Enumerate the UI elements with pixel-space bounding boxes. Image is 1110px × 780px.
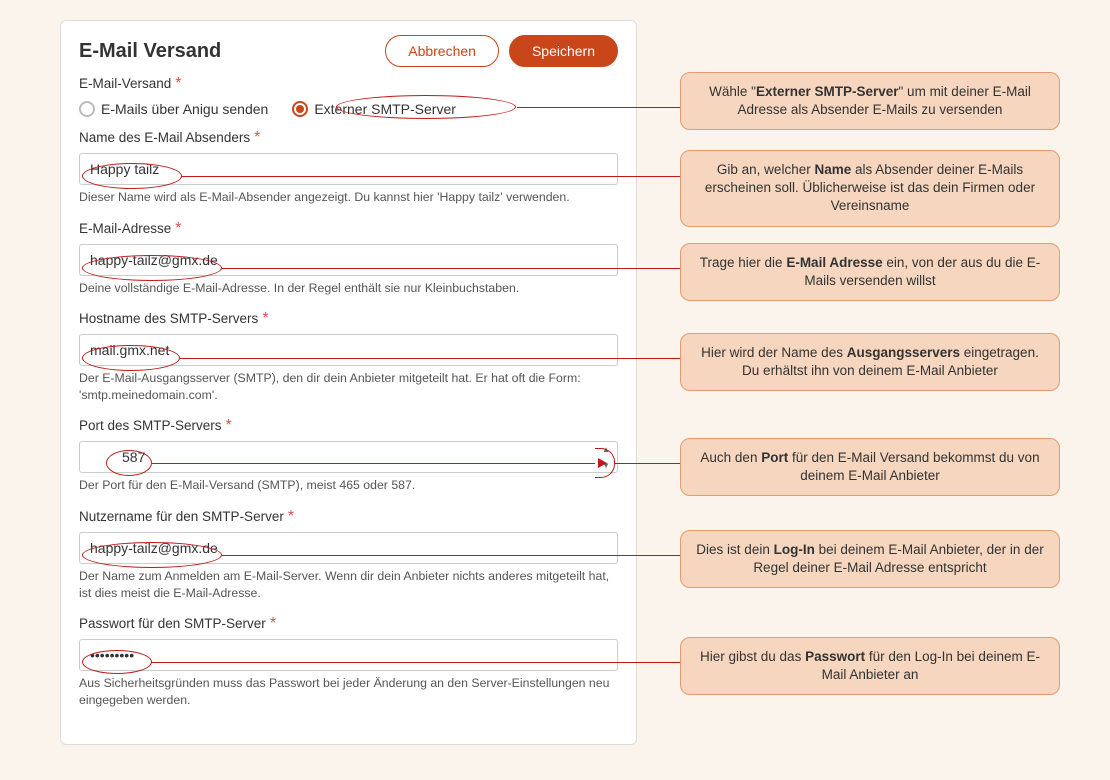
help-pass: Aus Sicherheitsgründen muss das Passwort… xyxy=(79,675,618,708)
callout-name: Gib an, welcher Name als Absender deiner… xyxy=(680,150,1060,227)
field-sender-name: Name des E-Mail Absenders * Dieser Name w… xyxy=(79,129,618,206)
connector-line xyxy=(222,268,680,269)
connector-line xyxy=(152,463,595,464)
callout-user: Dies ist dein Log-In bei deinem E-Mail A… xyxy=(680,530,1060,588)
button-row: Abbrechen Speichern xyxy=(385,35,618,67)
settings-card: E-Mail Versand Abbrechen Speichern E-Mai… xyxy=(60,20,637,745)
required-marker: * xyxy=(262,310,268,327)
sender-name-input[interactable] xyxy=(79,153,618,185)
label-pass: Passwort für den SMTP-Server xyxy=(79,616,266,631)
required-marker: * xyxy=(288,508,294,525)
connector-line xyxy=(222,555,680,556)
required-marker: * xyxy=(175,220,181,237)
field-host: Hostname des SMTP-Servers * Der E-Mail-Au… xyxy=(79,310,618,403)
callout-versand: Wähle "Externer SMTP-Server" um mit dein… xyxy=(680,72,1060,130)
required-marker: * xyxy=(175,75,181,92)
radio-label: E-Mails über Anigu senden xyxy=(101,101,268,117)
arrow-icon xyxy=(598,458,607,468)
save-button[interactable]: Speichern xyxy=(509,35,618,67)
label-versand: E-Mail-Versand xyxy=(79,76,171,91)
callout-password: Hier gibst du das Passwort für den Log-I… xyxy=(680,637,1060,695)
help-user: Der Name zum Anmelden am E-Mail-Server. … xyxy=(79,568,618,601)
label-sender: Name des E-Mail Absenders xyxy=(79,130,250,145)
label-user: Nutzername für den SMTP-Server xyxy=(79,509,284,524)
label-port: Port des SMTP-Servers xyxy=(79,418,222,433)
required-marker: * xyxy=(226,417,232,434)
callout-port: Auch den Port für den E-Mail Versand bek… xyxy=(680,438,1060,496)
connector-line xyxy=(615,463,680,464)
label-email: E-Mail-Adresse xyxy=(79,221,171,236)
radio-dot-icon xyxy=(296,105,304,113)
connector-line xyxy=(517,107,680,108)
port-input[interactable] xyxy=(79,441,618,473)
connector-line xyxy=(180,358,680,359)
field-email-versand: E-Mail-Versand * E-Mails über Anigu sende… xyxy=(79,75,618,119)
radio-icon xyxy=(79,101,95,117)
user-input[interactable] xyxy=(79,532,618,564)
radio-label: Externer SMTP-Server xyxy=(314,101,456,117)
connector-line xyxy=(152,662,680,663)
connector-line xyxy=(182,176,680,177)
field-email: E-Mail-Adresse * Deine vollständige E-Mai… xyxy=(79,220,618,297)
callout-host: Hier wird der Name des Ausgangsservers e… xyxy=(680,333,1060,391)
callout-email: Trage hier die E-Mail Adresse ein, von d… xyxy=(680,243,1060,301)
label-host: Hostname des SMTP-Servers xyxy=(79,311,258,326)
spinner-up-icon[interactable]: ▲ xyxy=(594,441,618,457)
help-port: Der Port für den E-Mail-Versand (SMTP), … xyxy=(79,477,618,494)
help-sender: Dieser Name wird als E-Mail-Absender ang… xyxy=(79,189,618,206)
required-marker: * xyxy=(254,129,260,146)
radio-option-extern[interactable]: Externer SMTP-Server xyxy=(292,99,462,119)
help-host: Der E-Mail-Ausgangsserver (SMTP), den di… xyxy=(79,370,618,403)
card-title: E-Mail Versand xyxy=(79,40,221,63)
field-port: Port des SMTP-Servers* ▲ ▼ Der Port für … xyxy=(79,417,618,494)
cancel-button[interactable]: Abbrechen xyxy=(385,35,499,67)
host-input[interactable] xyxy=(79,334,618,366)
radio-icon-selected xyxy=(292,101,308,117)
radio-option-anigu[interactable]: E-Mails über Anigu senden xyxy=(79,99,274,119)
required-marker: * xyxy=(270,615,276,632)
email-input[interactable] xyxy=(79,244,618,276)
radio-group-versand: E-Mails über Anigu senden Externer SMTP-… xyxy=(79,99,618,119)
password-input[interactable] xyxy=(79,639,618,671)
card-header: E-Mail Versand Abbrechen Speichern xyxy=(79,35,618,67)
help-email: Deine vollständige E-Mail-Adresse. In de… xyxy=(79,280,618,297)
